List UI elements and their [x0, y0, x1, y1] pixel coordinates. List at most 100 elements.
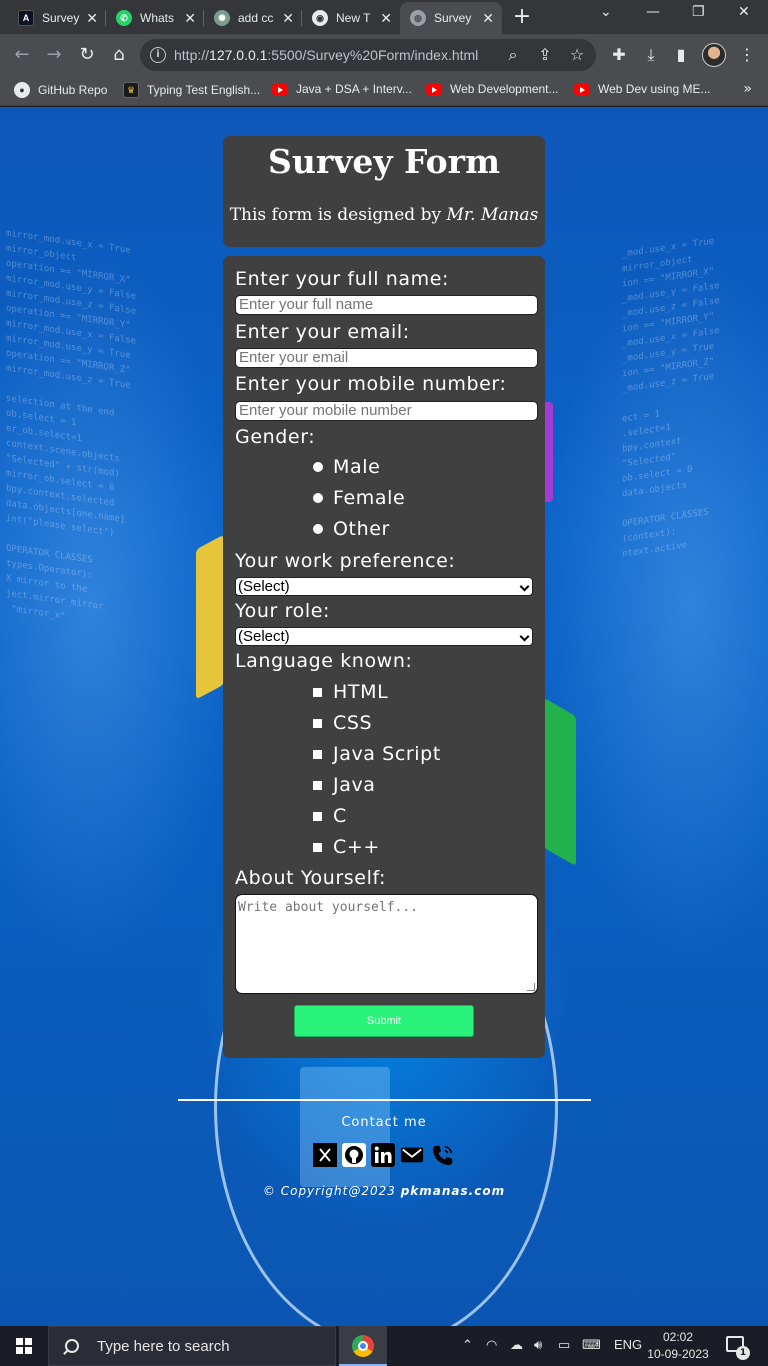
- option-label: Male: [333, 456, 381, 478]
- bookmark-java-dsa[interactable]: Java + DSA + Interv...: [272, 82, 412, 96]
- side-panel-icon[interactable]: ▮: [670, 44, 692, 66]
- address-bar[interactable]: i http://127.0.0.1:5500/Survey%20Form/in…: [140, 39, 596, 71]
- onedrive-icon[interactable]: ☁: [510, 1337, 523, 1353]
- bookmark-typing-test[interactable]: ♛ Typing Test English...: [123, 82, 260, 98]
- tab-new-tab[interactable]: ◉ New T ✕: [302, 2, 400, 34]
- wifi-icon[interactable]: ◠: [486, 1337, 497, 1353]
- linkedin-icon[interactable]: [371, 1143, 395, 1167]
- zoom-icon[interactable]: ⌕: [502, 44, 524, 66]
- phone-icon[interactable]: [431, 1143, 455, 1167]
- language-option-javascript[interactable]: Java Script: [313, 743, 441, 765]
- checkbox[interactable]: [313, 811, 322, 821]
- copyright-prefix: © Copyright@2023: [262, 1184, 401, 1198]
- byline-prefix: This form is designed by: [229, 205, 447, 225]
- x-icon[interactable]: [313, 1143, 337, 1167]
- taskbar-chrome-button[interactable]: [339, 1326, 387, 1366]
- tab-title: Survey: [42, 11, 80, 25]
- language-option-css[interactable]: CSS: [313, 712, 372, 734]
- author-name: Mr. Manas: [446, 205, 539, 225]
- radio-button[interactable]: [313, 524, 323, 534]
- forward-icon[interactable]: →: [42, 43, 66, 67]
- tab-survey-active[interactable]: ◍ Survey ✕: [400, 2, 502, 34]
- bookmark-star-icon[interactable]: ☆: [566, 44, 588, 66]
- radio-button[interactable]: [313, 462, 323, 472]
- work-preference-label: Your work preference:: [235, 550, 456, 572]
- checkbox[interactable]: [313, 780, 322, 790]
- bookmark-web-development[interactable]: Web Development...: [426, 82, 559, 96]
- language-option-c[interactable]: C: [313, 805, 347, 827]
- language-indicator[interactable]: ENG: [614, 1337, 642, 1352]
- reload-icon[interactable]: ↻: [75, 43, 99, 67]
- chevron-down-icon: [519, 631, 530, 642]
- taskbar-clock[interactable]: 02:02 10-09-2023: [644, 1329, 712, 1363]
- globe-icon: ◍: [410, 10, 426, 26]
- windows-start-icon[interactable]: [16, 1338, 32, 1354]
- radio-button[interactable]: [313, 493, 323, 503]
- gender-option-male[interactable]: Male: [313, 456, 380, 478]
- checkbox[interactable]: [313, 842, 322, 852]
- info-icon[interactable]: i: [150, 47, 166, 63]
- home-icon[interactable]: ⌂: [107, 43, 131, 67]
- close-tab-icon[interactable]: ✕: [482, 10, 494, 27]
- checkbox[interactable]: [313, 687, 322, 697]
- byline: This form is designed by Mr. Manas: [223, 205, 545, 225]
- minimize-icon[interactable]: —: [646, 4, 660, 20]
- profile-avatar[interactable]: [702, 43, 726, 67]
- back-icon[interactable]: ←: [10, 43, 34, 67]
- textarea-placeholder: Write about yourself...: [238, 900, 419, 915]
- resize-handle-icon[interactable]: [527, 983, 535, 991]
- gmail-icon[interactable]: [400, 1143, 424, 1167]
- extensions-icon[interactable]: ✚: [608, 44, 630, 66]
- email-label: Enter your email:: [235, 321, 410, 343]
- url-text[interactable]: http://127.0.0.1:5500/Survey%20Form/inde…: [174, 47, 478, 63]
- checkbox[interactable]: [313, 718, 322, 728]
- copyright-site[interactable]: pkmanas.com: [401, 1184, 505, 1198]
- menu-icon[interactable]: ⋮: [736, 44, 758, 66]
- taskbar-search[interactable]: Type here to search: [48, 1326, 336, 1366]
- header-card: Survey Form This form is designed by Mr.…: [223, 136, 545, 247]
- submit-button[interactable]: Submit: [294, 1005, 474, 1037]
- bookmark-web-dev-mern[interactable]: Web Dev using ME...: [574, 82, 711, 96]
- bookmark-github-repo[interactable]: ● GitHub Repo: [14, 82, 107, 98]
- close-window-icon[interactable]: ✕: [738, 4, 750, 20]
- windows-taskbar: Type here to search ⌃ ◠ ☁ 🔊︎ ▭ ⌨ ENG 02:…: [0, 1326, 768, 1366]
- chevron-up-icon[interactable]: ⌃: [462, 1337, 473, 1353]
- tab-openai[interactable]: ✺ add cc ✕: [204, 2, 302, 34]
- language-option-html[interactable]: HTML: [313, 681, 388, 703]
- close-tab-icon[interactable]: ✕: [86, 10, 98, 27]
- youtube-icon: [272, 83, 288, 95]
- role-select[interactable]: (Select): [235, 627, 533, 646]
- bookmark-label: GitHub Repo: [38, 83, 108, 97]
- url-path: :5500/Survey%20Form/index.html: [267, 47, 479, 63]
- close-tab-icon[interactable]: ✕: [282, 10, 294, 27]
- language-option-java[interactable]: Java: [313, 774, 376, 796]
- checkbox[interactable]: [313, 749, 322, 759]
- gender-option-female[interactable]: Female: [313, 487, 405, 509]
- github-icon[interactable]: [342, 1143, 366, 1167]
- option-label: C: [333, 805, 347, 827]
- gender-option-other[interactable]: Other: [313, 518, 390, 540]
- keyboard-icon[interactable]: ⌨: [582, 1337, 601, 1353]
- share-icon[interactable]: ⇪: [534, 44, 556, 66]
- full-name-input[interactable]: Enter your full name: [235, 295, 538, 315]
- restore-icon[interactable]: ❐: [692, 4, 705, 20]
- close-tab-icon[interactable]: ✕: [184, 10, 196, 27]
- new-tab-button[interactable]: +: [510, 4, 534, 29]
- more-bookmarks-icon[interactable]: »: [743, 81, 752, 97]
- email-input[interactable]: Enter your email: [235, 348, 538, 368]
- mobile-input[interactable]: Enter your mobile number: [235, 401, 538, 421]
- close-tab-icon[interactable]: ✕: [380, 10, 392, 27]
- page-viewport: mirror_mod.use_x = True mirror_object op…: [0, 107, 768, 1326]
- battery-icon[interactable]: ▭: [558, 1337, 570, 1353]
- option-label: Female: [333, 487, 406, 509]
- tab-survey-1[interactable]: A Survey ✕: [8, 2, 106, 34]
- work-preference-select[interactable]: (Select): [235, 577, 533, 596]
- language-option-cpp[interactable]: C++: [313, 836, 380, 858]
- volume-icon[interactable]: 🔊︎: [534, 1337, 542, 1353]
- about-textarea[interactable]: Write about yourself...: [235, 894, 538, 994]
- github-icon: ●: [14, 82, 30, 98]
- download-icon[interactable]: ⤓: [640, 44, 662, 66]
- chrome-icon: ◉: [312, 10, 328, 26]
- tab-search-icon[interactable]: ⌄: [600, 4, 612, 20]
- tab-whatsapp[interactable]: ✆ Whats ✕: [106, 2, 204, 34]
